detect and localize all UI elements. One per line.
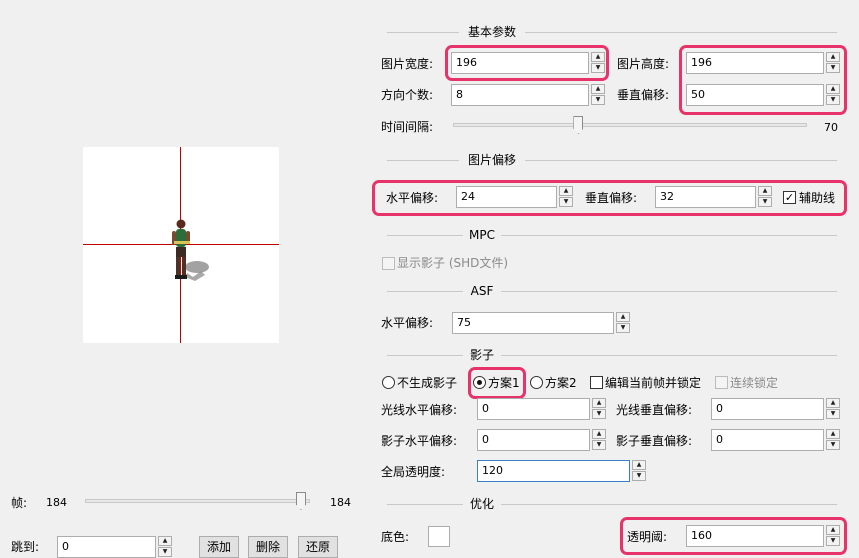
section-basic: 基本参数	[387, 24, 837, 40]
shadow-h-label: 影子水平偏移:	[381, 434, 458, 448]
spin-down-icon[interactable]: ▼	[826, 63, 840, 73]
spin-down-icon[interactable]: ▼	[826, 409, 840, 419]
interval-label: 时间间隔:	[381, 120, 434, 134]
frame-slider-thumb[interactable]	[296, 492, 306, 510]
shadow-plan2-radio[interactable]	[530, 376, 543, 389]
light-v-input[interactable]: 0 ▲ ▼	[711, 398, 840, 420]
shadow-plan1-radio[interactable]	[473, 376, 486, 389]
spin-up-icon[interactable]: ▲	[826, 84, 840, 94]
frame-label: 帧:	[11, 496, 28, 510]
interval-slider-thumb[interactable]	[573, 116, 584, 134]
guide-label: 辅助线	[799, 191, 836, 205]
edit-lock-checkbox[interactable]	[590, 376, 603, 389]
shadow-plan2-label: 方案2	[545, 376, 577, 390]
character-sprite	[172, 219, 209, 281]
frame-max: 184	[330, 496, 351, 509]
section-asf: ASF	[387, 283, 837, 299]
threshold-input[interactable]: 160 ▲ ▼	[686, 525, 840, 547]
directions-label: 方向个数:	[381, 88, 434, 102]
light-h-input[interactable]: 0 ▲ ▼	[477, 398, 606, 420]
asf-h-label: 水平偏移:	[381, 316, 434, 330]
restore-button[interactable]: 还原	[298, 536, 338, 558]
spin-up-icon[interactable]: ▲	[826, 398, 840, 408]
goto-input[interactable]: 0 ▲ ▼	[57, 536, 172, 558]
spin-down-icon[interactable]: ▼	[758, 197, 772, 207]
frame-value: 184	[46, 496, 67, 509]
offset-h-label: 水平偏移:	[386, 191, 439, 205]
delete-button[interactable]: 删除	[248, 536, 288, 558]
spin-down-icon[interactable]: ▼	[559, 197, 573, 207]
spin-down-icon[interactable]: ▼	[826, 440, 840, 450]
voffset-label: 垂直偏移:	[617, 88, 670, 102]
edit-lock-label: 编辑当前帧并锁定	[605, 376, 702, 390]
spin-down-icon[interactable]: ▼	[632, 471, 646, 481]
offset-v-label: 垂直偏移:	[585, 191, 638, 205]
shadow-v-input[interactable]: 0 ▲ ▼	[711, 429, 840, 451]
spin-down-icon[interactable]: ▼	[592, 409, 606, 419]
spin-up-icon[interactable]: ▲	[591, 84, 605, 94]
bg-color-label: 底色:	[381, 530, 410, 544]
spin-down-icon[interactable]: ▼	[826, 536, 840, 546]
shadow-plan1-label: 方案1	[488, 376, 520, 390]
offset-v-input[interactable]: 32 ▲ ▼	[655, 186, 772, 208]
section-mpc-title: MPC	[469, 228, 495, 242]
shadow-none-label: 不生成影子	[397, 376, 458, 390]
spin-up-icon[interactable]: ▲	[559, 186, 573, 196]
asf-h-input[interactable]: 75 ▲ ▼	[452, 312, 630, 334]
alpha-label: 全局透明度:	[381, 465, 446, 479]
spin-down-icon[interactable]: ▼	[616, 323, 630, 333]
offset-h-input[interactable]: 24 ▲ ▼	[456, 186, 573, 208]
add-button[interactable]: 添加	[199, 536, 239, 558]
spin-up-icon[interactable]: ▲	[826, 429, 840, 439]
frame-slider-track[interactable]	[85, 499, 310, 503]
spin-up-icon[interactable]: ▲	[826, 525, 840, 535]
shadow-h-input[interactable]: 0 ▲ ▼	[477, 429, 606, 451]
interval-value: 70	[824, 121, 838, 134]
light-h-label: 光线水平偏移:	[381, 403, 458, 417]
spin-down-icon[interactable]: ▼	[592, 440, 606, 450]
spin-up-icon[interactable]: ▲	[826, 52, 840, 62]
shadow-none-radio[interactable]	[382, 376, 395, 389]
section-offset-title: 图片偏移	[467, 153, 516, 167]
interval-slider-track[interactable]	[453, 123, 807, 127]
height-input[interactable]: 196 ▲ ▼	[686, 52, 840, 74]
guide-checkbox[interactable]: ✓	[783, 191, 796, 204]
alpha-input[interactable]: 120 ▲ ▼	[477, 460, 646, 482]
section-offset: 图片偏移	[387, 152, 837, 168]
light-v-label: 光线垂直偏移:	[616, 403, 693, 417]
spin-down-icon[interactable]: ▼	[591, 63, 605, 73]
section-basic-title: 基本参数	[467, 25, 516, 39]
section-shadow-title: 影子	[469, 348, 494, 362]
section-shadow: 影子	[387, 347, 837, 363]
threshold-label: 透明阈:	[627, 530, 668, 544]
width-input[interactable]: 196 ▲ ▼	[451, 52, 605, 74]
cont-lock-label: 连续锁定	[730, 376, 779, 390]
bg-color-swatch[interactable]	[428, 526, 450, 547]
spin-down-icon[interactable]: ▼	[591, 95, 605, 105]
section-mpc: MPC	[387, 227, 837, 243]
spin-up-icon[interactable]: ▲	[632, 460, 646, 470]
section-optimize: 优化	[387, 496, 837, 512]
mpc-shadow-checkbox[interactable]	[382, 257, 395, 270]
section-optimize-title: 优化	[469, 497, 494, 511]
preview-canvas	[83, 147, 279, 343]
shadow-v-label: 影子垂直偏移:	[616, 434, 693, 448]
section-asf-title: ASF	[470, 284, 494, 298]
spin-up-icon[interactable]: ▲	[158, 536, 172, 546]
goto-label: 跳到:	[11, 540, 40, 554]
spin-up-icon[interactable]: ▲	[616, 312, 630, 322]
height-label: 图片高度:	[617, 57, 670, 71]
directions-input[interactable]: 8 ▲ ▼	[451, 84, 605, 106]
mpc-shadow-label: 显示影子 (SHD文件)	[397, 256, 509, 270]
spin-up-icon[interactable]: ▲	[592, 398, 606, 408]
cont-lock-checkbox[interactable]	[715, 376, 728, 389]
width-label: 图片宽度:	[381, 57, 434, 71]
spin-down-icon[interactable]: ▼	[826, 95, 840, 105]
spin-up-icon[interactable]: ▲	[592, 429, 606, 439]
spin-down-icon[interactable]: ▼	[158, 547, 172, 557]
spin-up-icon[interactable]: ▲	[758, 186, 772, 196]
spin-up-icon[interactable]: ▲	[591, 52, 605, 62]
voffset-input[interactable]: 50 ▲ ▼	[686, 84, 840, 106]
